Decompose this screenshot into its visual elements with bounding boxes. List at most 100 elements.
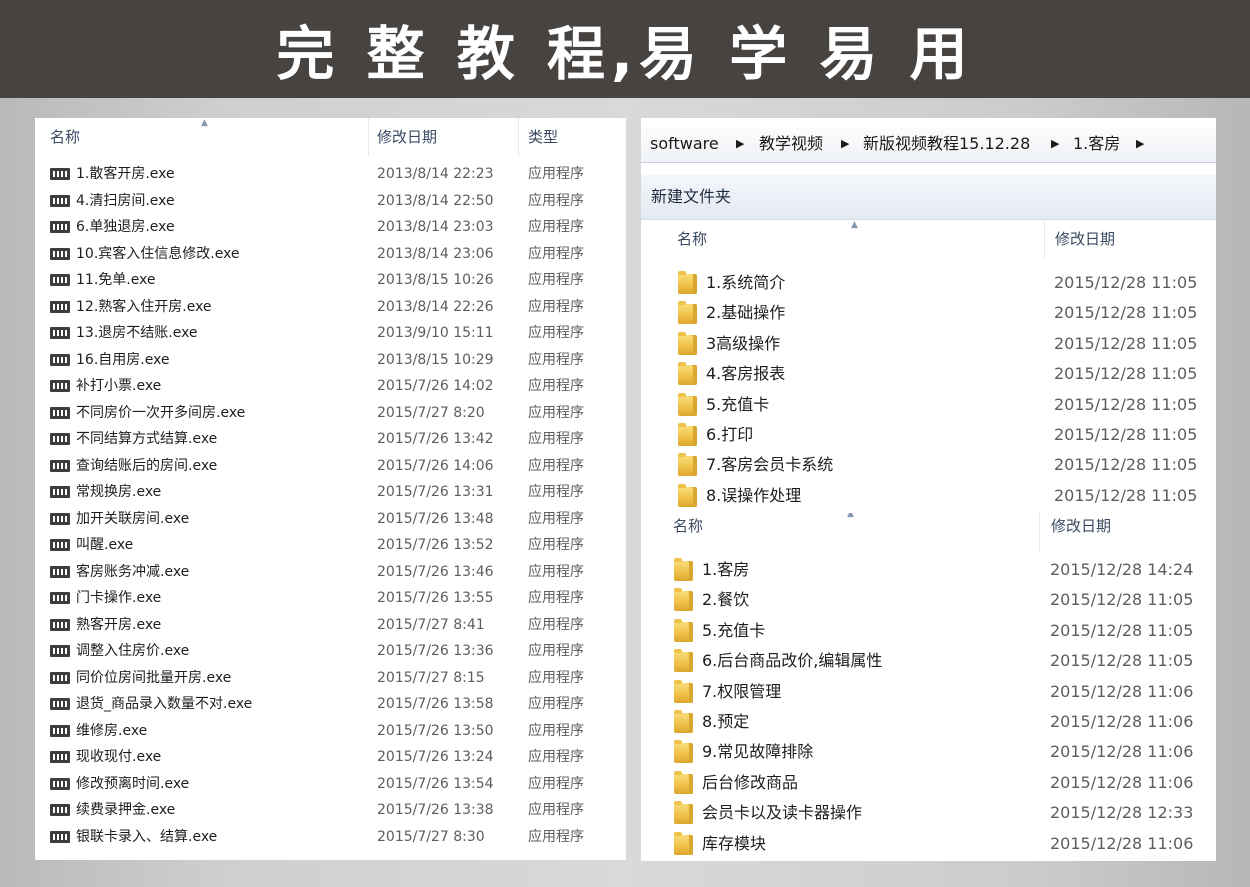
file-row[interactable]: 12.熟客入住开房.exe 2013/8/14 22:26 应用程序 (35, 294, 626, 320)
file-name: 13.退房不结账.exe (76, 325, 198, 341)
file-date: 2015/7/26 13:46 (377, 563, 494, 580)
column-header-name[interactable]: 名称 (50, 118, 80, 156)
file-row[interactable]: 加开关联房间.exe 2015/7/26 13:48 应用程序 (35, 506, 626, 532)
file-row[interactable]: 1.散客开房.exe 2013/8/14 22:23 应用程序 (35, 161, 626, 187)
file-row[interactable]: 客房账务冲减.exe 2015/7/26 13:46 应用程序 (35, 559, 626, 585)
column-header-row: 名称 ▲ 修改日期 (641, 513, 1216, 551)
folder-icon (674, 770, 693, 794)
folder-row[interactable]: 库存模块 2015/12/28 11:06 (641, 829, 1216, 859)
folder-name: 2.餐饮 (702, 590, 750, 610)
folder-date: 2015/12/28 11:05 (1054, 303, 1198, 323)
file-row[interactable]: 银联卡录入、结算.exe 2015/7/27 8:30 应用程序 (35, 824, 626, 850)
folder-row[interactable]: 1.客房 2015/12/28 14:24 (641, 555, 1216, 585)
breadcrumb-item[interactable]: 新版视频教程15.12.28 (863, 126, 1030, 162)
breadcrumb-item[interactable]: 教学视频 (759, 126, 823, 162)
file-name: 维修房.exe (76, 722, 148, 739)
file-date: 2015/7/26 13:31 (377, 484, 494, 500)
file-name: 不同房价一次开多间房.exe (76, 404, 246, 421)
file-row[interactable]: 叫醒.exe 2015/7/26 13:52 应用程序 (35, 532, 626, 558)
file-row[interactable]: 不同房价一次开多间房.exe 2015/7/27 8:20 应用程序 (35, 400, 626, 426)
video-file-icon (50, 433, 70, 445)
folder-row[interactable]: 1.系统简介 2015/12/28 11:05 (641, 268, 1216, 298)
folder-row[interactable]: 4.客房报表 2015/12/28 11:05 (641, 359, 1216, 389)
file-row[interactable]: 10.宾客入住信息修改.exe 2013/8/14 23:06 应用程序 (35, 241, 626, 267)
folder-row[interactable]: 2.餐饮 2015/12/28 11:05 (641, 585, 1216, 615)
folder-row[interactable]: 会员卡以及读卡器操作 2015/12/28 12:33 (641, 798, 1216, 828)
file-row[interactable]: 补打小票.exe 2015/7/26 14:02 应用程序 (35, 373, 626, 399)
file-row[interactable]: 6.单独退房.exe 2013/8/14 23:03 应用程序 (35, 214, 626, 240)
column-header-modified[interactable]: 修改日期 (1051, 513, 1111, 545)
file-date: 2013/8/14 22:23 (377, 166, 494, 182)
file-date: 2015/7/26 13:58 (377, 696, 494, 712)
file-date: 2015/7/26 13:52 (377, 537, 494, 553)
folder-name: 1.系统简介 (706, 273, 786, 292)
file-row[interactable]: 同价位房间批量开房.exe 2015/7/27 8:15 应用程序 (35, 665, 626, 691)
file-row[interactable]: 16.自用房.exe 2013/8/15 10:29 应用程序 (35, 347, 626, 373)
video-file-icon (50, 406, 70, 419)
file-row[interactable]: 不同结算方式结算.exe 2015/7/26 13:42 应用程序 (35, 426, 626, 452)
file-row[interactable]: 续费录押金.exe 2015/7/26 13:38 应用程序 (35, 797, 626, 823)
sort-ascending-icon: ▲ (851, 220, 858, 230)
breadcrumb-arrow-icon[interactable]: ▶ (841, 126, 849, 162)
video-file-icon (50, 565, 70, 578)
file-row[interactable]: 门卡操作.exe 2015/7/26 13:55 应用程序 (35, 585, 626, 611)
file-row[interactable]: 13.退房不结账.exe 2013/9/10 15:11 应用程序 (35, 320, 626, 346)
folder-row[interactable]: 7.权限管理 2015/12/28 11:06 (641, 677, 1216, 707)
breadcrumb-item[interactable]: 1.客房 (1073, 126, 1120, 162)
folder-date: 2015/12/28 11:05 (1054, 485, 1198, 505)
folder-row[interactable]: 6.后台商品改价,编辑属性 2015/12/28 11:05 (641, 646, 1216, 676)
column-divider[interactable] (1044, 220, 1045, 258)
file-date: 2015/7/26 13:54 (377, 775, 494, 792)
breadcrumb-item[interactable]: software (650, 126, 719, 162)
file-type: 应用程序 (528, 722, 584, 739)
video-file-icon (50, 353, 70, 366)
file-row[interactable]: 维修房.exe 2015/7/26 13:50 应用程序 (35, 718, 626, 744)
folder-row[interactable]: 8.误操作处理 2015/12/28 11:05 (641, 481, 1216, 511)
column-divider[interactable] (1039, 513, 1040, 551)
folder-icon (674, 618, 693, 642)
file-row[interactable]: 调整入住房价.exe 2015/7/26 13:36 应用程序 (35, 638, 626, 664)
video-file-icon (50, 380, 70, 392)
folder-name: 6.打印 (706, 425, 754, 444)
file-type: 应用程序 (528, 616, 584, 633)
file-row[interactable]: 11.免单.exe 2013/8/15 10:26 应用程序 (35, 267, 626, 293)
folder-row[interactable]: 5.充值卡 2015/12/28 11:05 (641, 390, 1216, 420)
column-header-modified[interactable]: 修改日期 (1055, 220, 1115, 258)
file-row[interactable]: 修改预离时间.exe 2015/7/26 13:54 应用程序 (35, 771, 626, 797)
column-header-name[interactable]: 名称 (677, 220, 707, 258)
folder-row[interactable]: 2.基础操作 2015/12/28 11:05 (641, 298, 1216, 328)
file-date: 2015/7/26 13:48 (377, 510, 494, 527)
file-row[interactable]: 熟客开房.exe 2015/7/27 8:41 应用程序 (35, 612, 626, 638)
folder-icon (678, 331, 697, 355)
breadcrumb-arrow-icon[interactable]: ▶ (1051, 126, 1059, 162)
folder-row[interactable]: 3高级操作 2015/12/28 11:05 (641, 329, 1216, 359)
file-row[interactable]: 退货_商品录入数量不对.exe 2015/7/26 13:58 应用程序 (35, 691, 626, 717)
new-folder-button[interactable]: 新建文件夹 (651, 175, 731, 219)
folder-row[interactable]: 6.打印 2015/12/28 11:05 (641, 420, 1216, 450)
folder-row[interactable]: 9.常见故障排除 2015/12/28 11:06 (641, 737, 1216, 767)
column-header-name[interactable]: 名称 (673, 513, 703, 545)
column-divider[interactable] (368, 118, 369, 156)
file-row[interactable]: 现收现付.exe 2015/7/26 13:24 应用程序 (35, 744, 626, 770)
folder-icon (674, 831, 693, 855)
file-row[interactable]: 查询结账后的房间.exe 2015/7/26 14:06 应用程序 (35, 453, 626, 479)
file-list-panel: 名称 ▲ 修改日期 类型 1.散客开房.exe 2013/8/14 22:23 应用… (35, 118, 626, 860)
folder-icon (674, 679, 693, 703)
column-header-type[interactable]: 类型 (528, 118, 558, 156)
video-file-icon (50, 751, 70, 763)
file-name: 客房账务冲减.exe (76, 563, 190, 580)
folder-icon (674, 649, 693, 673)
file-row[interactable]: 4.清扫房间.exe 2013/8/14 22:50 应用程序 (35, 188, 626, 214)
file-date: 2015/7/26 13:38 (377, 802, 494, 818)
folder-row[interactable]: 7.客房会员卡系统 2015/12/28 11:05 (641, 450, 1216, 480)
column-divider[interactable] (518, 118, 519, 156)
folder-row[interactable]: 8.预定 2015/12/28 11:06 (641, 707, 1216, 737)
breadcrumb-arrow-icon[interactable]: ▶ (1136, 126, 1144, 162)
folder-date: 2015/12/28 11:05 (1054, 333, 1198, 353)
column-header-modified[interactable]: 修改日期 (377, 118, 437, 156)
breadcrumb-arrow-icon[interactable]: ▶ (736, 126, 744, 162)
file-row[interactable]: 常规换房.exe 2015/7/26 13:31 应用程序 (35, 479, 626, 505)
folder-icon (674, 801, 693, 825)
folder-row[interactable]: 后台修改商品 2015/12/28 11:06 (641, 768, 1216, 798)
folder-row[interactable]: 5.充值卡 2015/12/28 11:05 (641, 616, 1216, 646)
